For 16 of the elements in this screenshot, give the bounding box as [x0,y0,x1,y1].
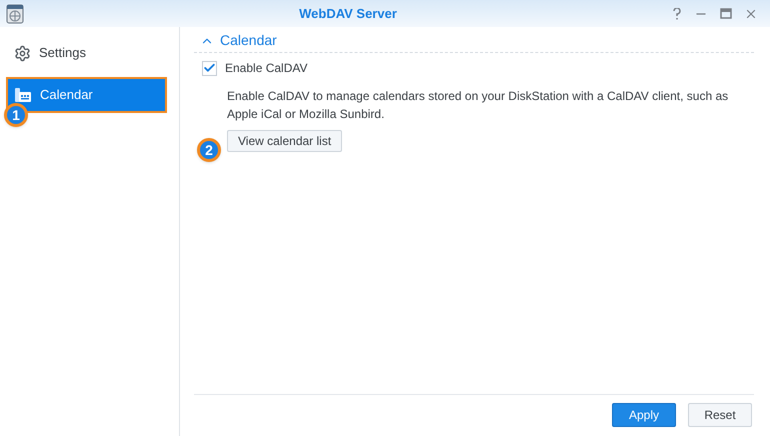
description-text: Enable CalDAV to manage calendars stored on your DiskStation with a CalDAV client, such as Apple iCal or Mozilla Sunbird. [226,88,730,123]
checkbox[interactable] [202,60,217,76]
view-calendar-list-button[interactable]: View calendar list [227,130,342,152]
maximize-icon[interactable] [720,8,732,19]
section-header[interactable]: Calendar [194,29,754,53]
apply-button[interactable]: Apply [612,402,676,426]
step-number-badge: 1 [4,103,28,127]
help-icon[interactable] [672,8,682,20]
checkbox-label: Enable CalDAV [225,60,308,77]
step-number-badge: 2 [197,138,221,162]
settings-icon [14,44,31,62]
reset-button[interactable]: Reset [688,402,752,426]
calendar-icon [14,87,32,103]
app-icon [6,4,24,24]
window-title: WebDAV Server [298,4,398,23]
sidebar-item[interactable]: Settings [6,35,167,71]
